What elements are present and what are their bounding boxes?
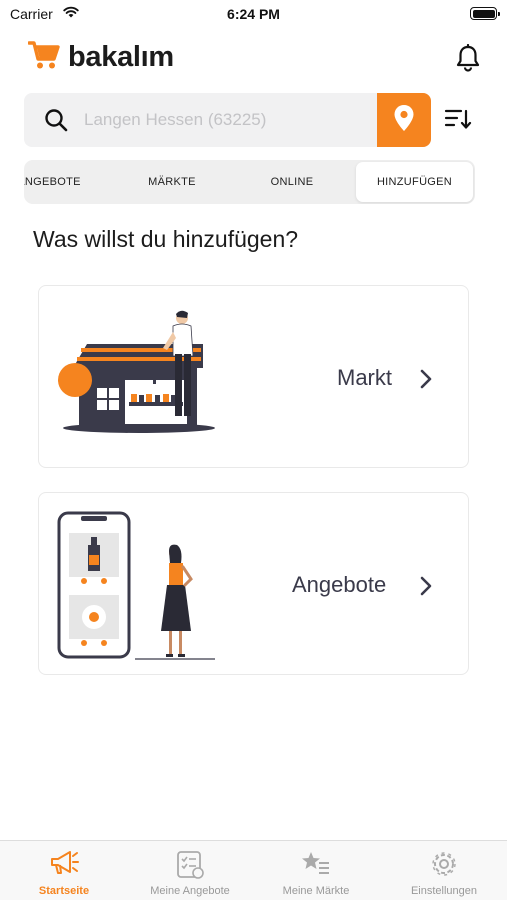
tabbar-label: Einstellungen — [410, 885, 478, 897]
star-list-icon — [301, 849, 331, 882]
store-illustration — [57, 306, 217, 441]
megaphone-icon — [48, 849, 80, 882]
bottom-tab-bar: Startseite Meine Angebote Meine Märkte E… — [0, 840, 507, 900]
add-market-label: Markt — [337, 365, 392, 390]
gear-icon — [429, 849, 459, 884]
checklist-icon — [175, 849, 205, 884]
chevron-right-icon — [419, 575, 433, 602]
page-question: Was willst du hinzufügen? — [33, 226, 299, 252]
tab-online[interactable]: ONLINE — [242, 162, 342, 202]
logo-text: bakalım — [68, 41, 174, 73]
chevron-right-icon — [419, 368, 433, 395]
tabbar-item-meine-maerkte[interactable]: Meine Märkte — [253, 841, 379, 900]
add-market-card[interactable]: Markt — [38, 285, 469, 468]
tab-maerkte[interactable]: MÄRKTE — [122, 162, 222, 202]
clock: 6:24 PM — [227, 6, 280, 22]
sort-icon — [444, 109, 472, 135]
search-bar — [24, 93, 431, 147]
notification-bell-icon[interactable] — [455, 43, 481, 77]
segment-tabs: ANGEBOTE MÄRKTE ONLINE HINZUFÜGEN — [24, 160, 475, 204]
add-offer-label: Angebote — [292, 572, 387, 597]
location-button[interactable] — [377, 93, 431, 147]
tabbar-label: Meine Angebote — [150, 885, 230, 897]
tabbar-item-einstellungen[interactable]: Einstellungen — [381, 841, 507, 900]
battery-icon — [470, 7, 500, 20]
status-bar: Carrier 6:24 PM — [0, 0, 507, 28]
tabbar-item-startseite[interactable]: Startseite — [1, 841, 127, 900]
tab-hinzufuegen[interactable]: HINZUFÜGEN — [356, 162, 473, 202]
add-offer-card[interactable]: Angebote — [38, 492, 469, 675]
location-pin-icon — [393, 104, 415, 137]
tab-angebote[interactable]: ANGEBOTE — [24, 162, 114, 202]
tabbar-label: Startseite — [38, 885, 90, 897]
search-icon — [44, 108, 68, 137]
tabbar-label: Meine Märkte — [282, 885, 350, 897]
sort-button[interactable] — [444, 107, 472, 136]
tabbar-item-meine-angebote[interactable]: Meine Angebote — [127, 841, 253, 900]
location-search-input[interactable] — [84, 93, 384, 147]
phone-offers-illustration — [57, 511, 217, 666]
cart-icon — [27, 40, 60, 75]
app-logo: bakalım — [27, 40, 174, 75]
